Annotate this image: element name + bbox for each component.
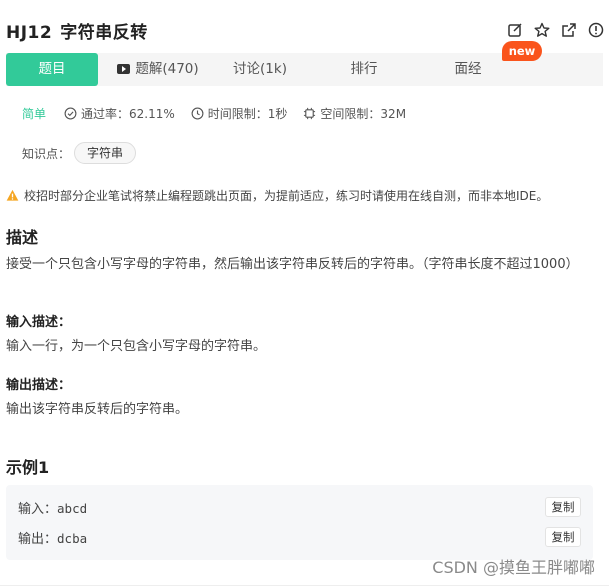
copy-output-button[interactable]: 复制 — [545, 527, 581, 547]
star-icon[interactable] — [533, 21, 551, 39]
tab-discussion[interactable]: 讨论(1k) — [220, 53, 300, 86]
tab-ranking[interactable]: 排行 — [324, 53, 404, 86]
tab-solutions-label: 题解(470) — [135, 61, 199, 77]
example-input-value: abcd — [57, 501, 88, 516]
title-row: HJ12 字符串反转 — [6, 16, 609, 44]
copy-input-button[interactable]: 复制 — [545, 497, 581, 517]
chip-icon — [304, 107, 316, 120]
example-heading: 示例1 — [6, 458, 50, 477]
warning-icon — [6, 189, 19, 201]
tab-solutions[interactable]: 题解(470) — [108, 53, 208, 86]
watermark: CSDN @摸鱼王胖嘟嘟 — [432, 558, 595, 577]
example-output-value: dcba — [57, 531, 88, 546]
info-icon[interactable] — [587, 21, 605, 39]
problem-meta: 简单 通过率：62.11% 时间限制：1秒 空间限制：32M — [22, 105, 422, 122]
output-desc-heading: 输出描述： — [6, 378, 72, 393]
time-limit-text: 时间限制：1秒 — [207, 107, 288, 121]
title-actions — [506, 21, 605, 39]
problem-title: 字符串反转 — [60, 23, 148, 43]
knowledge-points: 知识点： 字符串 — [22, 142, 137, 164]
page-title: HJ12 字符串反转 — [6, 18, 148, 43]
example-box: 输入：abcd 复制 输出：dcba 复制 — [6, 485, 593, 560]
edit-icon[interactable] — [506, 21, 524, 39]
space-limit: 空间限制：32M — [303, 105, 406, 122]
problem-id: HJ12 — [6, 23, 53, 43]
description-text: 接受一个只包含小写字母的字符串，然后输出该字符串反转后的字符串。（字符串长度不超… — [6, 257, 579, 272]
pass-rate: 通过率：62.11% — [64, 105, 175, 122]
space-limit-text: 空间限制：32M — [320, 107, 407, 121]
pass-rate-text: 通过率：62.11% — [81, 107, 175, 121]
video-icon — [117, 64, 131, 74]
clock-icon — [191, 107, 204, 120]
time-limit: 时间限制：1秒 — [191, 105, 288, 122]
example-output-label: 输出： — [18, 532, 58, 547]
knowledge-tag[interactable]: 字符串 — [74, 142, 137, 164]
knowledge-label: 知识点： — [22, 146, 71, 161]
difficulty-label: 简单 — [22, 107, 47, 121]
tab-interview[interactable]: 面经 — [428, 53, 508, 86]
warning-notice: 校招时部分企业笔试将禁止编程题跳出页面，为提前适应，练习时请使用在线自测，而非本… — [6, 187, 548, 204]
example-output: 输出：dcba — [18, 528, 87, 547]
external-link-icon[interactable] — [560, 21, 578, 39]
input-desc-text: 输入一行，为一个只包含小写字母的字符串。 — [6, 339, 267, 354]
new-badge: new — [502, 41, 542, 61]
description-heading: 描述 — [6, 228, 39, 247]
check-circle-icon — [64, 107, 77, 120]
example-input-label: 输入： — [18, 502, 58, 517]
warning-text: 校招时部分企业笔试将禁止编程题跳出页面，为提前适应，练习时请使用在线自测，而非本… — [24, 189, 549, 203]
output-desc-text: 输出该字符串反转后的字符串。 — [6, 402, 189, 417]
input-desc-heading: 输入描述： — [6, 315, 72, 330]
tab-problem[interactable]: 题目 — [6, 53, 98, 86]
example-input: 输入：abcd — [18, 498, 87, 517]
